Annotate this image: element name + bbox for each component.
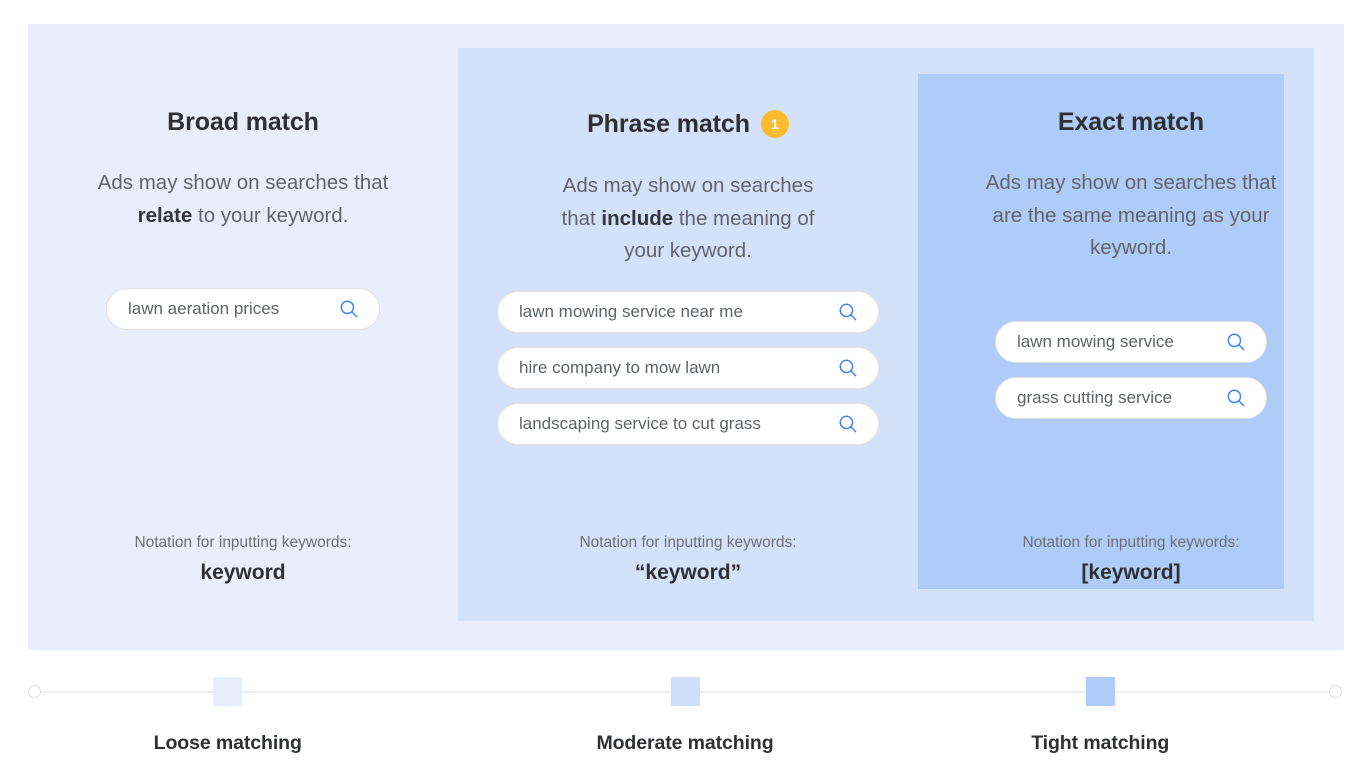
phrase-match-badge: 1 — [760, 110, 789, 138]
broad-match-search-list: lawn aeration prices — [106, 288, 380, 330]
scale-stop-label: Tight matching — [1031, 732, 1170, 754]
broad-match-title: Broad match — [167, 110, 319, 135]
broad-match-title-text: Broad match — [167, 108, 319, 136]
scale-right-endpoint-icon — [1329, 685, 1342, 698]
column-phrase-match: Phrase match 1 Ads may show on searches … — [458, 24, 918, 650]
phrase-match-search-list: lawn mowing service near me hire company… — [497, 290, 879, 445]
search-icon — [839, 359, 857, 376]
search-icon — [340, 300, 358, 318]
exact-match-title-text: Exact match — [1057, 108, 1205, 136]
scale-marker — [670, 677, 700, 706]
search-pill-text: grass cutting service — [1017, 387, 1172, 407]
scale-stop-tight[interactable]: Tight matching — [1000, 677, 1200, 755]
phrase-match-description-emphasis: include — [601, 206, 674, 230]
scale-stop-moderate[interactable]: Moderate matching — [585, 677, 785, 755]
exact-match-notation-label: Notation for inputting keywords: — [1022, 534, 1240, 552]
search-pill[interactable]: landscaping service to cut grass — [497, 402, 879, 445]
phrase-match-notation-value: “keyword” — [634, 560, 742, 584]
exact-match-description: Ads may show on searches that are the sa… — [981, 135, 1281, 265]
broad-match-notation-value: keyword — [200, 560, 286, 584]
search-icon — [1227, 389, 1245, 406]
scale-stop-label: Moderate matching — [596, 732, 774, 754]
search-pill-text: lawn mowing service near me — [519, 301, 743, 321]
scale-stop-label: Loose matching — [153, 732, 302, 754]
match-types-columns: Broad match Ads may show on searches tha… — [28, 24, 1344, 650]
search-icon — [839, 303, 857, 320]
broad-match-description-tail: to your keyword. — [192, 203, 349, 227]
scale-left-endpoint-icon — [28, 685, 41, 698]
scale-marker — [1085, 677, 1115, 706]
exact-match-title: Exact match — [1058, 110, 1204, 135]
phrase-match-notation-label: Notation for inputting keywords: — [579, 534, 797, 552]
broad-match-notation-label: Notation for inputting keywords: — [134, 534, 352, 552]
column-broad-match: Broad match Ads may show on searches tha… — [28, 24, 458, 650]
exact-match-description-lead: Ads may show on searches that are the sa… — [985, 171, 1277, 259]
search-pill-text: lawn aeration prices — [128, 299, 280, 318]
broad-match-notation: Notation for inputting keywords: keyword — [28, 532, 458, 586]
search-pill[interactable]: lawn mowing service near me — [497, 290, 879, 333]
phrase-match-title-text: Phrase match — [587, 109, 750, 138]
broad-match-description: Ads may show on searches that relate to … — [93, 135, 393, 232]
search-pill[interactable]: lawn mowing service — [995, 320, 1267, 363]
matching-scale: Loose matching Moderate matching Tight m… — [28, 677, 1342, 776]
phrase-match-title: Phrase match 1 — [587, 110, 789, 138]
search-pill-text: hire company to mow lawn — [519, 357, 721, 377]
search-pill[interactable]: lawn aeration prices — [106, 288, 380, 330]
broad-match-description-lead: Ads may show on searches that — [97, 171, 389, 194]
search-pill-text: lawn mowing service — [1017, 331, 1174, 351]
search-icon — [839, 415, 857, 432]
scale-stop-loose[interactable]: Loose matching — [128, 677, 328, 755]
phrase-match-description: Ads may show on searches that include th… — [557, 138, 819, 268]
search-pill-text: landscaping service to cut grass — [519, 413, 761, 433]
search-icon — [1227, 333, 1245, 350]
exact-match-notation-value: [keyword] — [1081, 560, 1181, 584]
scale-marker — [213, 677, 243, 706]
exact-match-notation: Notation for inputting keywords: [keywor… — [918, 532, 1344, 586]
broad-match-description-emphasis: relate — [137, 203, 193, 227]
search-pill[interactable]: grass cutting service — [995, 376, 1267, 419]
search-pill[interactable]: hire company to mow lawn — [497, 346, 879, 389]
phrase-match-notation: Notation for inputting keywords: “keywor… — [458, 532, 918, 586]
column-exact-match: Exact match Ads may show on searches tha… — [918, 24, 1344, 650]
exact-match-search-list: lawn mowing service grass cutting servic… — [995, 320, 1267, 419]
